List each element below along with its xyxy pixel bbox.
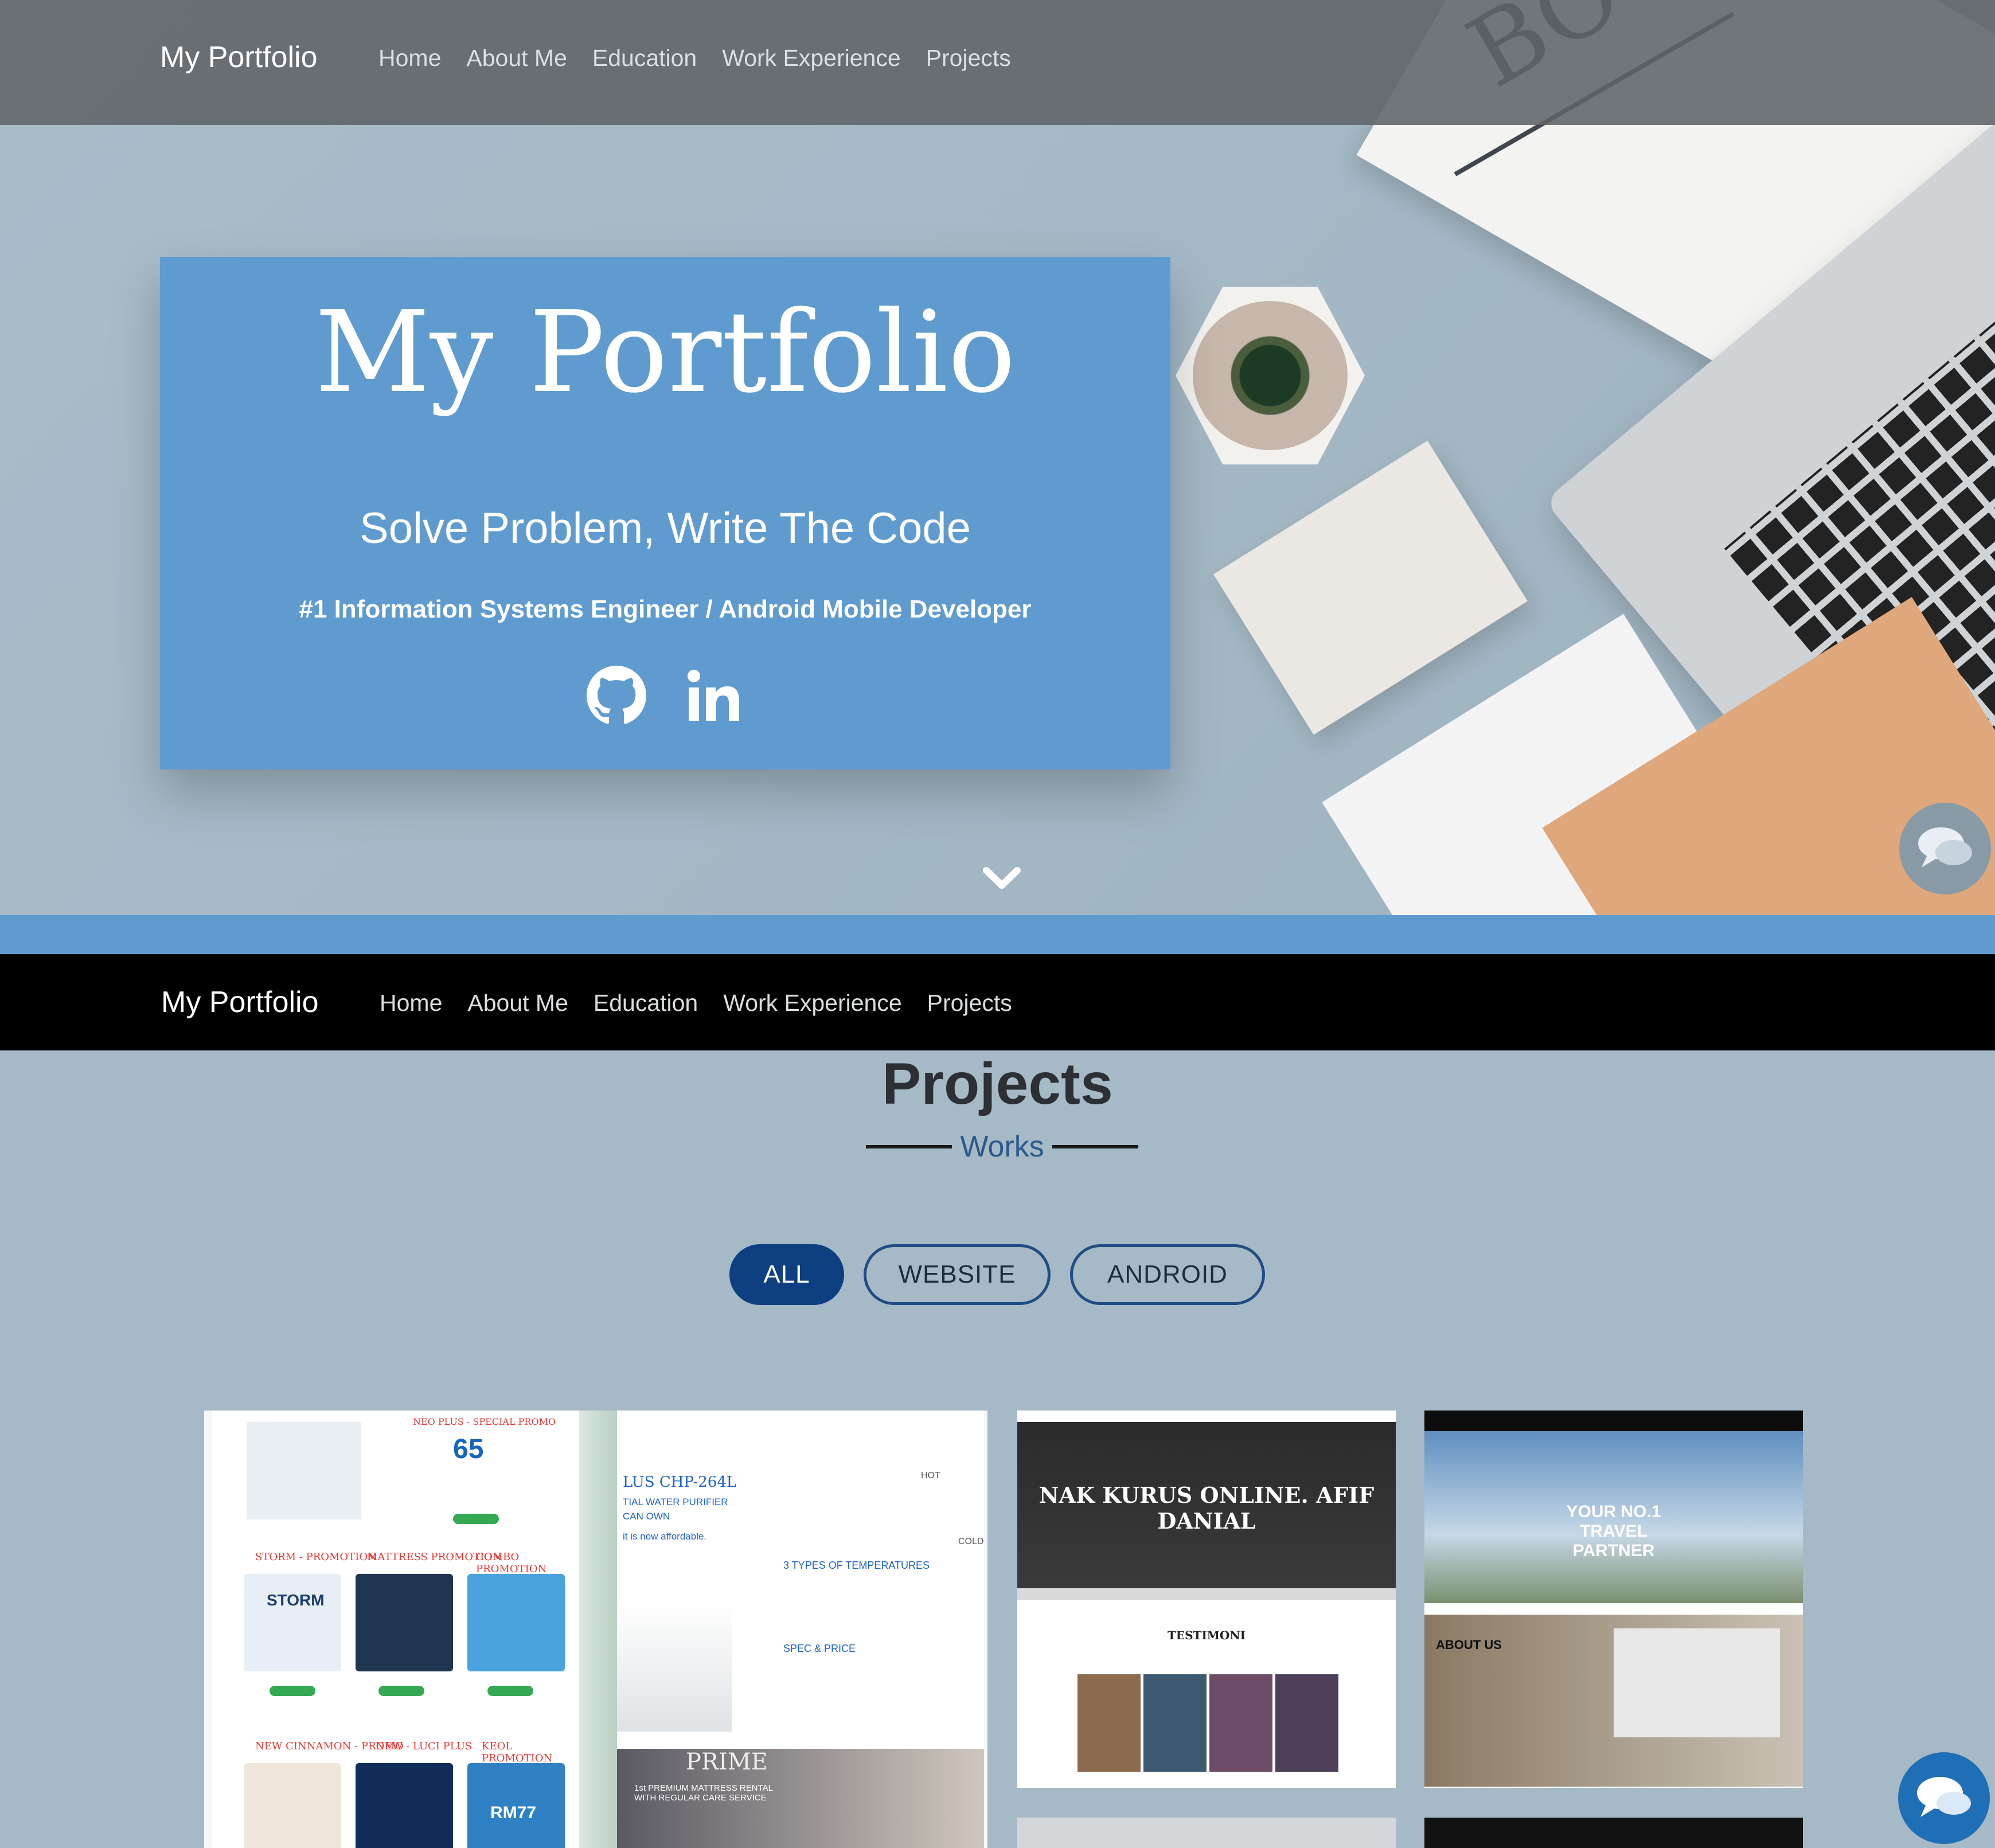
- sticky-nav-work-experience[interactable]: Work Experience: [723, 990, 901, 1017]
- purifier-image: [617, 1600, 732, 1732]
- product-cinnamon: [244, 1763, 341, 1848]
- project-filters: ALL WEBSITE ANDROID: [729, 1244, 1265, 1305]
- product-luci: [356, 1763, 453, 1848]
- prime-title: PRIME: [686, 1749, 768, 1775]
- promo-page-left: NEO PLUS - SPECIAL PROMO 65 STORM - PROM…: [212, 1411, 579, 1848]
- testimoni-photo: [1209, 1674, 1272, 1772]
- sticky-navbar: My Portfolio Home About Me Education Wor…: [0, 954, 1995, 1050]
- testimoni-section: TESTIMONI: [1017, 1600, 1396, 1788]
- label-storm: STORM - PROMOTION: [255, 1551, 377, 1563]
- temp-hot: HOT: [921, 1471, 940, 1480]
- product-storm: STORM: [244, 1574, 341, 1671]
- hero-role: #1 Information Systems Engineer / Androi…: [299, 595, 1032, 623]
- label-keol: KEOL PROMOTION: [482, 1740, 553, 1764]
- testimoni-photo: [1143, 1674, 1207, 1772]
- project-card-4[interactable]: [1017, 1818, 1396, 1848]
- promo-divider: [579, 1411, 617, 1848]
- top-navbar: My Portfolio Home About Me Education Wor…: [0, 0, 1995, 125]
- subtitle-divider-left: [866, 1145, 952, 1148]
- hero-banner: NAK KURUS ONLINE. AFIF DANIAL: [1017, 1422, 1396, 1588]
- social-links: [160, 664, 1170, 727]
- projects-subtitle: Works: [866, 1130, 1139, 1164]
- hero-section: BO My Portfolio Home About Me Education …: [0, 0, 1995, 915]
- sticky-nav-education[interactable]: Education: [594, 990, 698, 1017]
- temp-cold: COLD: [958, 1537, 984, 1546]
- main-nav: Home About Me Education Work Experience …: [378, 45, 1011, 72]
- nav-education[interactable]: Education: [592, 45, 697, 72]
- prime-subtitle: 1st PREMIUM MATTRESS RENTAL WITH REGULAR…: [634, 1783, 773, 1803]
- chat-bubbles-icon[interactable]: [1899, 803, 1991, 894]
- testimoni-title: TESTIMONI: [1167, 1628, 1246, 1642]
- product-sub: TIAL WATER PURIFIER: [623, 1497, 728, 1507]
- hero-card: My Portfolio Solve Problem, Write The Co…: [160, 257, 1170, 769]
- filter-website-button[interactable]: WEBSITE: [864, 1244, 1051, 1305]
- promo-cta: [453, 1514, 499, 1524]
- hero-title: My Portfolio: [314, 287, 1016, 418]
- promo-page-right: LUS CHP-264L TIAL WATER PURIFIER CAN OWN…: [617, 1411, 984, 1848]
- project-card-fitness-site[interactable]: NAK KURUS ONLINE. AFIF DANIAL TESTIMONI: [1017, 1411, 1396, 1788]
- nav-about-me[interactable]: About Me: [466, 45, 567, 72]
- about-title: ABOUT US: [1436, 1638, 1502, 1652]
- product-mattress: [356, 1574, 453, 1671]
- github-icon[interactable]: [585, 664, 648, 727]
- product-storm-text: STORM: [267, 1591, 325, 1609]
- decor-notebook: [1213, 440, 1528, 735]
- sticky-brand-logo[interactable]: My Portfolio: [161, 985, 319, 1019]
- product-name: LUS CHP-264L: [623, 1474, 737, 1491]
- sticky-nav-projects[interactable]: Projects: [927, 990, 1012, 1017]
- travel-headline: YOUR NO.1 TRAVEL PARTNER: [1566, 1502, 1661, 1560]
- label-luci: NEW - LUCI PLUS: [376, 1740, 473, 1752]
- temp-heading: 3 TYPES OF TEMPERATURES: [783, 1560, 930, 1571]
- product-combo: [467, 1574, 565, 1671]
- chat-bubbles-icon[interactable]: [1898, 1752, 1990, 1844]
- linkedin-icon[interactable]: [682, 664, 745, 727]
- promo-cta: [270, 1686, 315, 1696]
- hero-subtitle: Solve Problem, Write The Code: [360, 504, 971, 553]
- accent-strip: [0, 915, 1995, 954]
- decor-plant: [1193, 301, 1348, 450]
- project-card-5[interactable]: [1424, 1818, 1803, 1848]
- label-combo: COMBO PROMOTION: [476, 1551, 547, 1575]
- promo-cta: [487, 1686, 533, 1696]
- project-card-travel-site[interactable]: YOUR NO.1 TRAVEL PARTNER ABOUT US: [1424, 1411, 1803, 1788]
- car-image: [1614, 1628, 1780, 1737]
- sticky-nav-about-me[interactable]: About Me: [467, 990, 568, 1017]
- promo-price: 65: [453, 1434, 484, 1464]
- nav-projects[interactable]: Projects: [926, 45, 1011, 72]
- project-card-promo-site[interactable]: NEO PLUS - SPECIAL PROMO 65 STORM - PROM…: [204, 1411, 987, 1848]
- site-header: [1017, 1411, 1396, 1422]
- promo-cta: [378, 1686, 424, 1696]
- testimoni-photo: [1275, 1674, 1338, 1772]
- projects-title: Projects: [882, 1051, 1113, 1116]
- nav-home[interactable]: Home: [378, 45, 441, 72]
- product-keol-price: RM77: [490, 1803, 537, 1822]
- filter-all-button[interactable]: ALL: [729, 1244, 844, 1305]
- chevron-down-icon[interactable]: [982, 860, 1022, 894]
- site-header: [1424, 1411, 1803, 1431]
- product-keol: RM77: [467, 1763, 565, 1848]
- spec-heading: SPEC & PRICE: [783, 1643, 856, 1654]
- fitness-headline: NAK KURUS ONLINE. AFIF DANIAL: [1039, 1482, 1375, 1534]
- mattress-banner: PRIME 1st PREMIUM MATTRESS RENTAL WITH R…: [617, 1749, 984, 1848]
- water-purifier-image: [247, 1422, 361, 1519]
- brand-logo[interactable]: My Portfolio: [160, 40, 318, 75]
- product-affordable: it is now affordable.: [623, 1531, 707, 1542]
- product-can-own: CAN OWN: [623, 1511, 670, 1522]
- testimoni-photo: [1077, 1674, 1141, 1772]
- promo-header: NEO PLUS - SPECIAL PROMO: [413, 1416, 556, 1427]
- sticky-nav-home[interactable]: Home: [380, 990, 442, 1017]
- filter-android-button[interactable]: ANDROID: [1070, 1244, 1265, 1305]
- subtitle-divider-right: [1052, 1145, 1139, 1148]
- projects-subtitle-text: Works: [960, 1130, 1044, 1163]
- nav-work-experience[interactable]: Work Experience: [722, 45, 900, 72]
- sticky-nav: Home About Me Education Work Experience …: [380, 990, 1012, 1017]
